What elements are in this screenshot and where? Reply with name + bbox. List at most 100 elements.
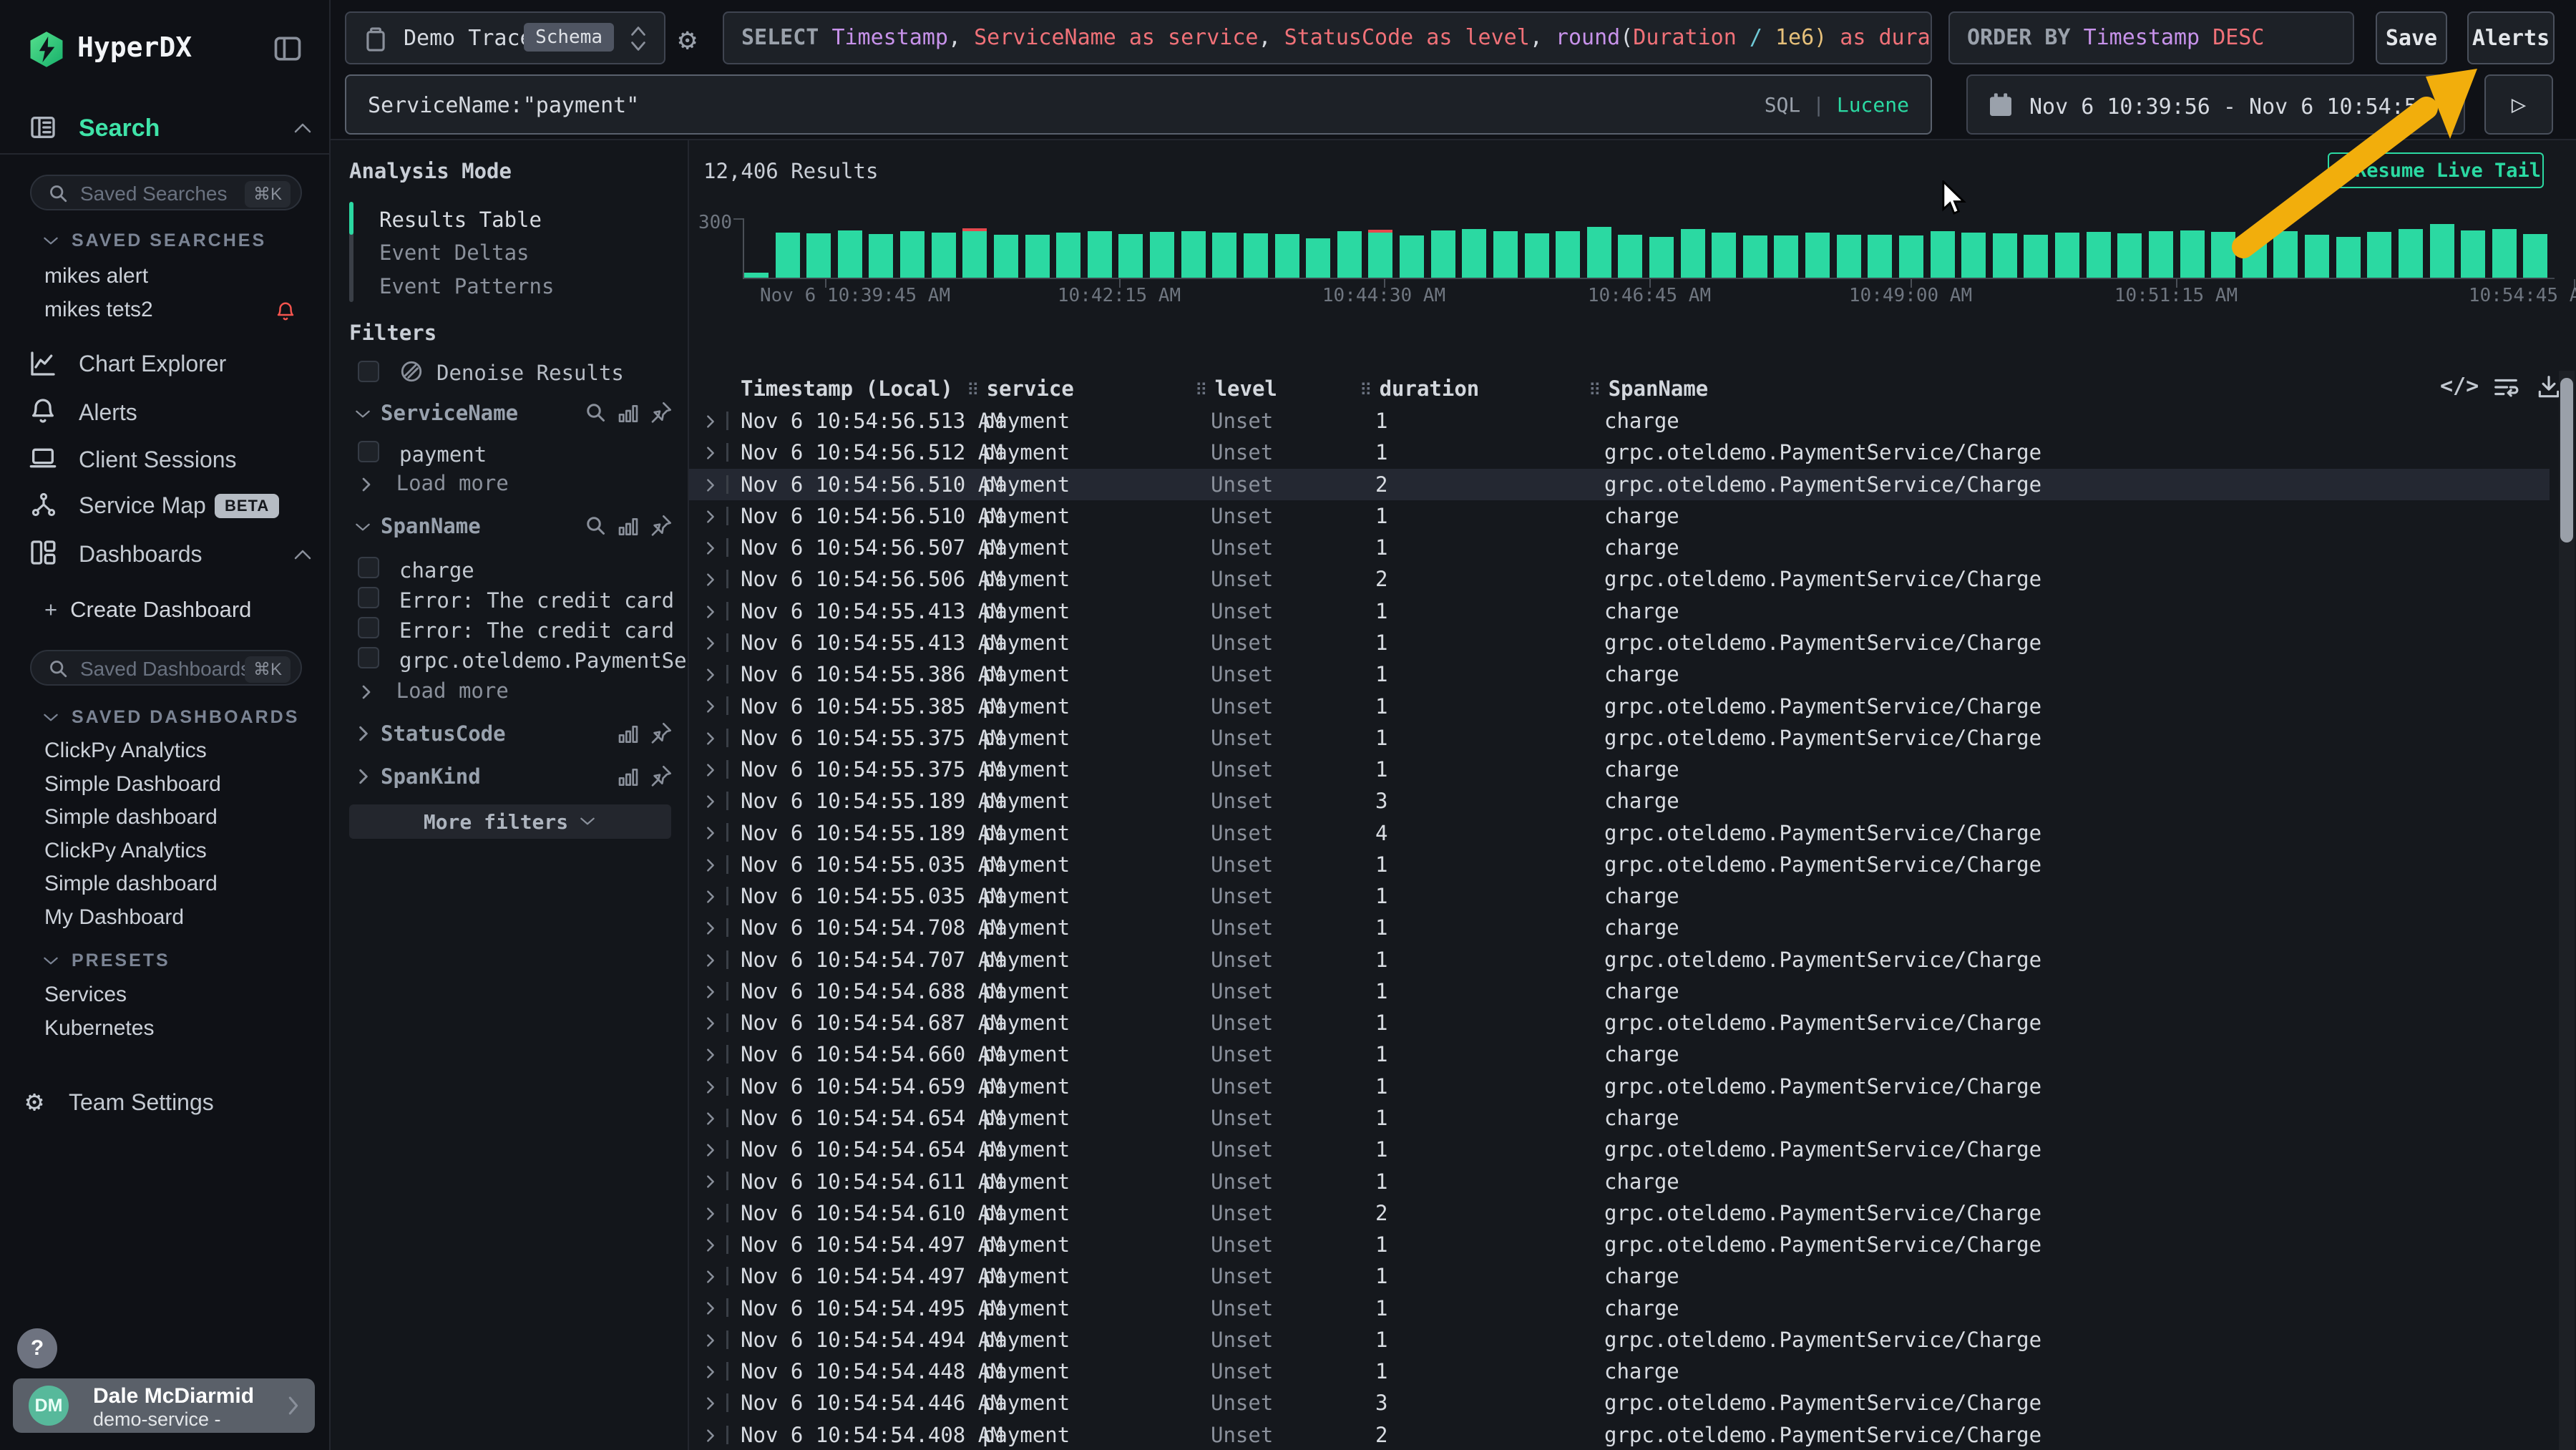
presets-chevron-icon[interactable] [42, 953, 60, 970]
table-row[interactable]: Nov 6 10:54:55.375 AM payment Unset 1 ch… [689, 754, 2550, 785]
filter-spanname-title[interactable]: SpanName [381, 514, 481, 538]
expand-row-icon[interactable] [705, 857, 716, 876]
presets-label[interactable]: PRESETS [72, 950, 170, 971]
saved-searches-label[interactable]: SAVED SEARCHES [72, 230, 266, 251]
filter-checkbox[interactable] [358, 441, 379, 462]
chart-icon[interactable] [617, 723, 640, 749]
search-query-input[interactable]: ServiceName:"payment" SQL | Lucene [345, 74, 1932, 135]
table-row[interactable]: Nov 6 10:54:54.708 AM payment Unset 1 ch… [689, 912, 2550, 943]
table-row[interactable]: Nov 6 10:54:54.497 AM payment Unset 1 gr… [689, 1229, 2550, 1260]
expand-row-icon[interactable] [705, 953, 716, 971]
table-row[interactable]: Nov 6 10:54:54.611 AM payment Unset 1 ch… [689, 1165, 2550, 1197]
col-service[interactable]: service [987, 376, 1074, 401]
table-row[interactable]: Nov 6 10:54:54.688 AM payment Unset 1 ch… [689, 975, 2550, 1007]
table-row[interactable]: Nov 6 10:54:55.189 AM payment Unset 4 gr… [689, 817, 2550, 848]
expand-row-icon[interactable] [705, 825, 716, 844]
expand-row-icon[interactable] [705, 540, 716, 559]
sidebar-item-chart-explorer[interactable]: Chart Explorer [79, 351, 226, 377]
table-row[interactable]: Nov 6 10:54:56.507 AM payment Unset 1 ch… [689, 532, 2550, 563]
table-row[interactable]: Nov 6 10:54:54.495 AM payment Unset 1 ch… [689, 1292, 2550, 1323]
expand-row-icon[interactable] [705, 636, 716, 654]
table-row[interactable]: Nov 6 10:54:55.035 AM payment Unset 1 ch… [689, 880, 2550, 912]
expand-row-icon[interactable] [705, 1364, 716, 1383]
drag-handle-icon[interactable]: ⠿ [967, 380, 980, 400]
mode-event-patterns[interactable]: Event Patterns [379, 274, 554, 298]
mode-results-table[interactable]: Results Table [379, 208, 542, 232]
expand-row-icon[interactable] [705, 1016, 716, 1034]
table-row[interactable]: Nov 6 10:54:56.510 AM payment Unset 1 ch… [689, 500, 2550, 532]
expand-row-icon[interactable] [705, 731, 716, 749]
expand-row-icon[interactable] [705, 1079, 716, 1098]
filter-value-row[interactable]: Error: The credit card … [358, 584, 680, 614]
create-dashboard-button[interactable]: +Create Dashboard [44, 597, 251, 623]
expand-row-icon[interactable] [705, 889, 716, 908]
expand-row-icon[interactable] [705, 414, 716, 432]
table-row[interactable]: Nov 6 10:54:54.654 AM payment Unset 1 gr… [689, 1134, 2550, 1165]
pin-icon[interactable] [650, 514, 673, 540]
expand-row-icon[interactable] [705, 445, 716, 464]
search-icon[interactable] [585, 402, 607, 427]
filter-servicename-title[interactable]: ServiceName [381, 401, 518, 425]
table-row[interactable]: Nov 6 10:54:54.446 AM payment Unset 3 gr… [689, 1387, 2550, 1419]
expand-row-icon[interactable] [705, 1047, 716, 1066]
filter-value-row[interactable]: charge [358, 554, 680, 584]
filter-checkbox[interactable] [358, 617, 379, 638]
table-row[interactable]: Nov 6 10:54:54.660 AM payment Unset 1 ch… [689, 1038, 2550, 1070]
table-row[interactable]: Nov 6 10:54:55.035 AM payment Unset 1 gr… [689, 849, 2550, 880]
sidebar-item-service-map[interactable]: Service Map [79, 492, 206, 519]
help-button[interactable]: ? [17, 1328, 57, 1368]
expand-row-icon[interactable] [705, 477, 716, 496]
filter-spankind-title[interactable]: SpanKind [381, 764, 481, 789]
col-spanname[interactable]: SpanName [1609, 376, 1709, 401]
saved-search-item[interactable]: mikes alert [44, 259, 316, 293]
expand-row-icon[interactable] [705, 699, 716, 717]
dashboards-collapse-chevron-icon[interactable] [292, 547, 313, 565]
saved-dashboard-item[interactable]: ClickPy Analytics [44, 835, 316, 868]
expand-row-icon[interactable] [705, 1428, 716, 1446]
expand-row-icon[interactable] [705, 920, 716, 939]
chevron-right-icon[interactable] [356, 767, 371, 789]
spanname-load-more[interactable]: Load more [359, 678, 509, 703]
expand-row-icon[interactable] [705, 984, 716, 1003]
saved-searches-chevron-icon[interactable] [42, 233, 60, 250]
chart-icon[interactable] [617, 766, 640, 792]
chevron-down-icon[interactable] [353, 520, 372, 537]
expand-row-icon[interactable] [705, 1237, 716, 1256]
sql-mode-toggle[interactable]: SQL [1765, 93, 1801, 117]
preset-item[interactable]: Kubernetes [44, 1011, 316, 1045]
expand-row-icon[interactable] [705, 1174, 716, 1192]
table-row[interactable]: Nov 6 10:54:55.413 AM payment Unset 1 ch… [689, 595, 2550, 627]
expand-row-icon[interactable] [705, 1396, 716, 1414]
search-icon[interactable] [585, 515, 607, 540]
filter-checkbox[interactable] [358, 587, 379, 608]
saved-dashboard-item[interactable]: ClickPy Analytics [44, 734, 316, 768]
filter-statuscode-title[interactable]: StatusCode [381, 721, 506, 746]
saved-dashboards-label[interactable]: SAVED DASHBOARDS [72, 707, 299, 728]
expand-row-icon[interactable] [705, 1300, 716, 1319]
sidebar-item-search[interactable]: Search [79, 115, 160, 142]
col-duration[interactable]: duration [1380, 376, 1480, 401]
saved-dashboard-item[interactable]: My Dashboard [44, 901, 316, 935]
pin-icon[interactable] [650, 764, 673, 790]
table-row[interactable]: Nov 6 10:54:54.687 AM payment Unset 1 gr… [689, 1007, 2550, 1038]
sidebar-item-client-sessions[interactable]: Client Sessions [79, 447, 237, 473]
drag-handle-icon[interactable]: ⠿ [1589, 380, 1601, 400]
expand-row-icon[interactable] [705, 1206, 716, 1225]
chart-icon[interactable] [617, 515, 640, 541]
sidebar-item-team-settings[interactable]: Team Settings [69, 1089, 214, 1116]
drag-handle-icon[interactable]: ⠿ [1195, 380, 1208, 400]
chart-icon[interactable] [617, 402, 640, 428]
expand-row-icon[interactable] [705, 1142, 716, 1161]
sidebar-item-alerts[interactable]: Alerts [79, 399, 137, 426]
lucene-mode-toggle[interactable]: Lucene [1837, 93, 1909, 117]
filter-value-row[interactable]: grpc.oteldemo.PaymentSe… [358, 644, 680, 674]
table-row[interactable]: Nov 6 10:54:54.494 AM payment Unset 1 gr… [689, 1324, 2550, 1356]
table-row[interactable]: Nov 6 10:54:54.659 AM payment Unset 1 gr… [689, 1071, 2550, 1102]
source-selector[interactable]: Demo Traces Schema [345, 11, 665, 64]
mode-event-deltas[interactable]: Event Deltas [379, 240, 530, 265]
pin-icon[interactable] [650, 721, 673, 747]
expand-row-icon[interactable] [705, 509, 716, 527]
expand-row-icon[interactable] [705, 794, 716, 812]
table-row[interactable]: Nov 6 10:54:54.448 AM payment Unset 1 ch… [689, 1356, 2550, 1387]
saved-dashboards-chevron-icon[interactable] [42, 710, 60, 727]
